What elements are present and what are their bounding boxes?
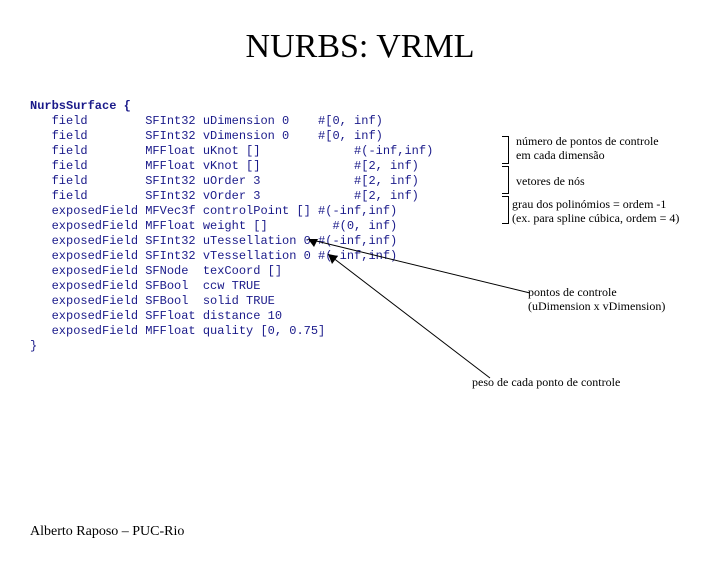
code-line: field SFInt32 uOrder 3 #[2, inf) — [30, 174, 419, 188]
bracket-icon — [502, 166, 509, 194]
code-line: exposedField SFNode texCoord [] — [30, 264, 282, 278]
code-line: field SFInt32 vDimension 0 #[0, inf) — [30, 129, 383, 143]
code-line: field MFFloat vKnot [] #[2, inf) — [30, 159, 419, 173]
footer-author: Alberto Raposo – PUC-Rio — [30, 524, 184, 540]
code-line: field MFFloat uKnot [] #(-inf,inf) — [30, 144, 433, 158]
annotation-knots: vetores de nós — [516, 175, 585, 189]
code-line: exposedField MFVec3f controlPoint [] #(-… — [30, 204, 397, 218]
code-line: exposedField MFFloat weight [] #(0, inf) — [30, 219, 397, 233]
bracket-icon — [502, 136, 509, 164]
code-line: exposedField SFInt32 vTessellation 0 #(-… — [30, 249, 397, 263]
annotation-order: grau dos polinómios = ordem -1 (ex. para… — [512, 198, 679, 226]
code-line: field SFInt32 vOrder 3 #[2, inf) — [30, 189, 419, 203]
annotation-dimensions: número de pontos de controle em cada dim… — [516, 135, 659, 163]
code-line: } — [30, 339, 37, 353]
code-line: exposedField SFInt32 uTessellation 0 #(-… — [30, 234, 397, 248]
annotation-weight: peso de cada ponto de controle — [472, 376, 620, 390]
code-line: exposedField MFFloat quality [0, 0.75] — [30, 324, 325, 338]
code-line: field SFInt32 uDimension 0 #[0, inf) — [30, 114, 383, 128]
code-line: exposedField SFBool ccw TRUE — [30, 279, 260, 293]
bracket-icon — [502, 196, 509, 224]
slide-title: NURBS: VRML — [0, 28, 720, 66]
code-line: exposedField SFBool solid TRUE — [30, 294, 275, 308]
code-line: exposedField SFFloat distance 10 — [30, 309, 282, 323]
annotation-controlpoints: pontos de controle (uDimension x vDimens… — [528, 286, 665, 314]
code-header: NurbsSurface { — [30, 99, 131, 113]
